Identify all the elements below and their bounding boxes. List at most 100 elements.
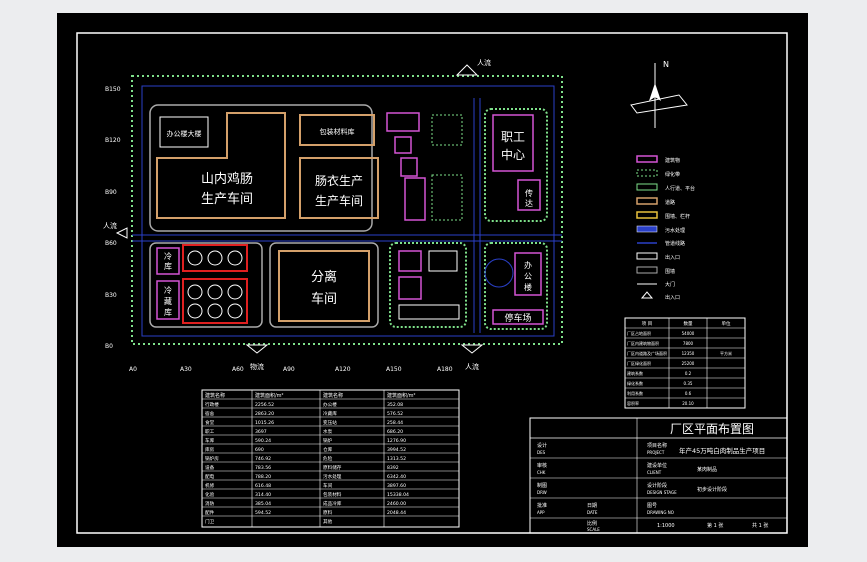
right-office-line1: 办 xyxy=(524,260,532,270)
entrance-left-arrow xyxy=(115,227,128,239)
water-pool xyxy=(428,250,458,272)
aux-building-2 xyxy=(394,136,412,154)
inner-road xyxy=(141,85,555,337)
area-table-cell: 352.08 xyxy=(387,402,403,408)
tank xyxy=(187,250,203,266)
stats-cell: 建筑系数 xyxy=(627,370,643,376)
area-table-cell: 门卫 xyxy=(205,518,215,525)
area-table-cell: 水泵 xyxy=(323,428,333,435)
stats-cell: 25200 xyxy=(682,361,695,366)
area-table-cell: 258.44 xyxy=(387,420,403,426)
legend-swatch xyxy=(636,211,658,219)
area-table-cell: 宿舍 xyxy=(205,410,215,417)
area-table-cell: 变压站 xyxy=(323,419,337,426)
area-table-cell: 788.20 xyxy=(255,474,271,480)
aux-building-1 xyxy=(386,112,420,132)
title-block: 厂区平面布置图 项目名称 PROJECT 年产45万吨白肉制品生产项目 建设单位… xyxy=(529,417,788,534)
design-label-en: DES xyxy=(537,450,546,455)
office-block-label: 办公楼大楼 xyxy=(167,129,202,138)
tank xyxy=(187,303,203,319)
area-table-cell: 行政楼 xyxy=(205,401,219,408)
area-table-cell: 锅炉 xyxy=(323,437,333,444)
check-label-en: CHK xyxy=(537,470,546,475)
left-storage2-line1: 冷 xyxy=(164,285,172,295)
split-workshop xyxy=(278,250,370,322)
stats-cell: 厂区内道路及广场面积 xyxy=(627,350,667,356)
area-table-cell: 车库 xyxy=(205,437,215,444)
row-label: B120 xyxy=(105,137,121,144)
area-table-header: 建筑面积/m² xyxy=(387,392,416,399)
small-block-line1: 传 xyxy=(525,188,533,198)
area-table-cell: 8392 xyxy=(387,465,399,471)
entrance-bottommid-label: 人流 xyxy=(465,362,479,371)
area-table-cell: 设备 xyxy=(205,464,215,471)
col-label: A150 xyxy=(386,366,402,373)
row-label: B60 xyxy=(105,240,117,247)
area-table-cell: 化验 xyxy=(205,491,215,498)
area-table-cell: 冷藏库 xyxy=(323,410,337,417)
tank-group-1 xyxy=(182,244,248,272)
legend-swatch xyxy=(636,225,658,233)
row-label: B90 xyxy=(105,189,117,196)
entrance-top-arrow xyxy=(455,64,479,76)
stats-cell: 平方米 xyxy=(720,350,732,356)
stats-cell: 0.6 xyxy=(685,391,692,396)
area-table-cell: 2256.52 xyxy=(255,402,274,408)
tank xyxy=(227,303,243,319)
legend: 建筑物 绿化带 人行道、平台 道路 围墙、栏杆 污水处理 管道线路 出入口 围墙… xyxy=(636,155,695,301)
wrapper-pack-label: 包装材料库 xyxy=(320,127,355,136)
approve-label-en: APP xyxy=(537,510,545,515)
aux-building-4 xyxy=(404,177,426,221)
staff-center-line2: 中心 xyxy=(501,147,525,162)
left-storage2-line2: 藏 xyxy=(164,296,172,306)
stats-cell: 厂区绿化面积 xyxy=(627,360,651,366)
area-table-cell: 危险 xyxy=(323,455,333,462)
legend-swatch xyxy=(636,183,658,191)
col-label: A90 xyxy=(283,366,295,373)
entrance-top-label: 人流 xyxy=(477,58,491,67)
date-label: 日期 xyxy=(587,503,597,509)
legend-item: 出入口 xyxy=(665,294,680,301)
stats-cell: 12350 xyxy=(682,351,695,356)
area-table-cell: 其他 xyxy=(323,518,333,525)
legend-item: 人行道、平台 xyxy=(665,185,695,192)
row-label: B150 xyxy=(105,86,121,93)
entrance-bottommid-arrow xyxy=(460,344,484,354)
drawing-sheet: 办公楼大楼 山内鸡肠 生产车间 包装材料库 肠衣生产 生产车间 职工 中心 传 … xyxy=(57,13,808,547)
casing-workshop xyxy=(299,157,379,219)
area-table-cell: 机修 xyxy=(205,482,215,489)
legend-item: 围墙、栏杆 xyxy=(665,213,690,220)
area-table-cell: 原料 xyxy=(323,509,333,516)
drawing-no-label: 图号 xyxy=(647,503,657,509)
draw-label-en: DRW xyxy=(537,490,547,495)
casing-workshop-line1: 肠衣生产 xyxy=(315,173,363,188)
col-label: A0 xyxy=(129,366,137,373)
left-storage-line2: 库 xyxy=(164,261,172,271)
entrance-left-label: 人流 xyxy=(103,221,117,230)
right-office-line3: 楼 xyxy=(524,282,532,292)
area-table-cell: 3994.52 xyxy=(387,447,406,453)
parking-label: 停车场 xyxy=(504,312,531,324)
check-label: 审核 xyxy=(537,462,547,469)
left-storage2-line3: 库 xyxy=(164,307,172,317)
client-label-en: CLIENT xyxy=(647,470,662,475)
legend-item: 道路 xyxy=(665,199,675,206)
draw-label: 制图 xyxy=(537,482,547,489)
stats-cell: 厂区内建筑物面积 xyxy=(627,340,659,346)
legend-swatch xyxy=(636,252,658,260)
area-table-cell: 配件 xyxy=(205,509,215,516)
block-topleft xyxy=(149,104,373,232)
pump-house xyxy=(398,250,422,272)
stats-cell: 利用系数 xyxy=(627,390,643,396)
area-table-cell: 2863.20 xyxy=(255,411,274,417)
col-label: A60 xyxy=(232,366,244,373)
area-table-cell: 616.48 xyxy=(255,483,271,489)
legend-item: 管道线路 xyxy=(665,240,685,247)
right-office-line2: 公 xyxy=(524,272,532,281)
date-label-en: DATE xyxy=(587,510,598,515)
stats-cell: 绿化系数 xyxy=(627,380,643,386)
design-label: 设计 xyxy=(537,442,547,449)
stats-header: 单位 xyxy=(722,320,731,327)
area-table-cell: 1313.52 xyxy=(387,456,406,462)
site-plan-drawing: 办公楼大楼 山内鸡肠 生产车间 包装材料库 肠衣生产 生产车间 职工 中心 传 … xyxy=(76,32,788,534)
